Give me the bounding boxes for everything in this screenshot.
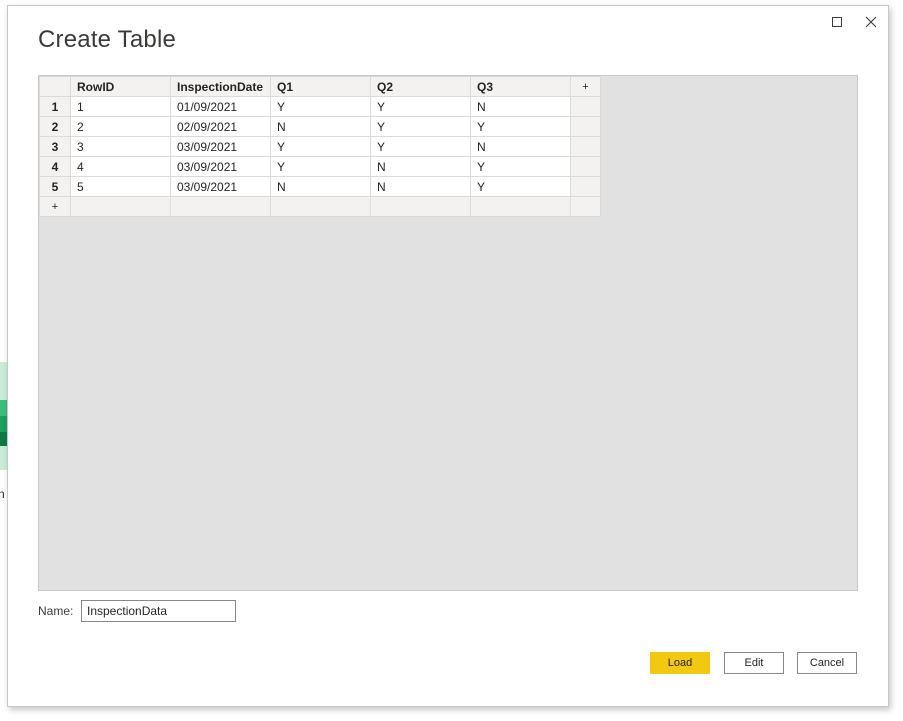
table-cell[interactable]: 5 [70, 176, 171, 197]
dialog-title: Create Table [38, 26, 177, 53]
table-cell[interactable]: N [470, 136, 571, 157]
row-number[interactable]: 5 [39, 176, 71, 197]
column-header[interactable]: Q3 [470, 76, 571, 97]
table-cell[interactable]: 02/09/2021 [170, 116, 271, 137]
table-cell[interactable]: Y [370, 136, 471, 157]
table-cell[interactable]: Y [270, 96, 371, 117]
table-cell[interactable]: Y [470, 176, 571, 197]
table-cell[interactable]: 03/09/2021 [170, 156, 271, 177]
table-cell[interactable]: N [370, 176, 471, 197]
table-row: 2 2 02/09/2021 N Y Y [39, 116, 601, 137]
table-cell[interactable]: 03/09/2021 [170, 136, 271, 157]
empty-column-cell [570, 96, 601, 117]
table-cell[interactable]: Y [370, 96, 471, 117]
add-column-button[interactable]: + [570, 76, 601, 97]
data-grid: RowID InspectionDate Q1 Q2 Q3 + 1 1 01/0… [39, 76, 601, 217]
cancel-button[interactable]: Cancel [797, 652, 857, 674]
column-header[interactable]: Q1 [270, 76, 371, 97]
row-number[interactable]: 2 [39, 116, 71, 137]
maximize-button[interactable] [825, 10, 849, 34]
maximize-icon [832, 17, 842, 27]
table-cell[interactable]: Y [470, 156, 571, 177]
empty-column-cell [570, 176, 601, 197]
new-row-cell[interactable] [70, 196, 171, 217]
table-cell[interactable]: N [370, 156, 471, 177]
table-cell[interactable]: Y [270, 156, 371, 177]
grid-corner [39, 76, 71, 97]
table-cell[interactable]: 4 [70, 156, 171, 177]
create-table-dialog: Create Table RowID InspectionDate Q1 Q2 … [7, 5, 889, 707]
new-row-cell[interactable] [170, 196, 271, 217]
row-number[interactable]: 1 [39, 96, 71, 117]
column-header[interactable]: Q2 [370, 76, 471, 97]
header-row: RowID InspectionDate Q1 Q2 Q3 + [39, 76, 601, 97]
table-row: 4 4 03/09/2021 Y N Y [39, 156, 601, 177]
new-row-cell[interactable] [470, 196, 571, 217]
table-cell[interactable]: Y [370, 116, 471, 137]
background-partial-text: n [0, 487, 5, 501]
new-row-cell[interactable] [270, 196, 371, 217]
table-row: 1 1 01/09/2021 Y Y N [39, 96, 601, 117]
row-number[interactable]: 3 [39, 136, 71, 157]
close-icon [865, 16, 877, 28]
table-row: 3 3 03/09/2021 Y Y N [39, 136, 601, 157]
table-cell[interactable]: 2 [70, 116, 171, 137]
table-cell[interactable]: N [270, 116, 371, 137]
empty-column-cell [570, 196, 601, 217]
table-cell[interactable]: Y [270, 136, 371, 157]
table-cell[interactable]: 03/09/2021 [170, 176, 271, 197]
column-header[interactable]: InspectionDate [170, 76, 271, 97]
empty-column-cell [570, 136, 601, 157]
row-number[interactable]: 4 [39, 156, 71, 177]
table-grid-area: RowID InspectionDate Q1 Q2 Q3 + 1 1 01/0… [38, 75, 858, 591]
add-row-button[interactable]: + [39, 196, 71, 217]
empty-column-cell [570, 156, 601, 177]
new-row: + [39, 196, 601, 217]
table-cell[interactable]: N [270, 176, 371, 197]
empty-column-cell [570, 116, 601, 137]
table-cell[interactable]: Y [470, 116, 571, 137]
new-row-cell[interactable] [370, 196, 471, 217]
edit-button[interactable]: Edit [724, 652, 784, 674]
column-header[interactable]: RowID [70, 76, 171, 97]
close-button[interactable] [859, 10, 883, 34]
table-cell[interactable]: 3 [70, 136, 171, 157]
table-name-input[interactable] [81, 600, 236, 622]
table-row: 5 5 03/09/2021 N N Y [39, 176, 601, 197]
table-cell[interactable]: 1 [70, 96, 171, 117]
table-cell[interactable]: 01/09/2021 [170, 96, 271, 117]
table-cell[interactable]: N [470, 96, 571, 117]
load-button[interactable]: Load [650, 652, 710, 674]
name-label: Name: [38, 604, 74, 618]
